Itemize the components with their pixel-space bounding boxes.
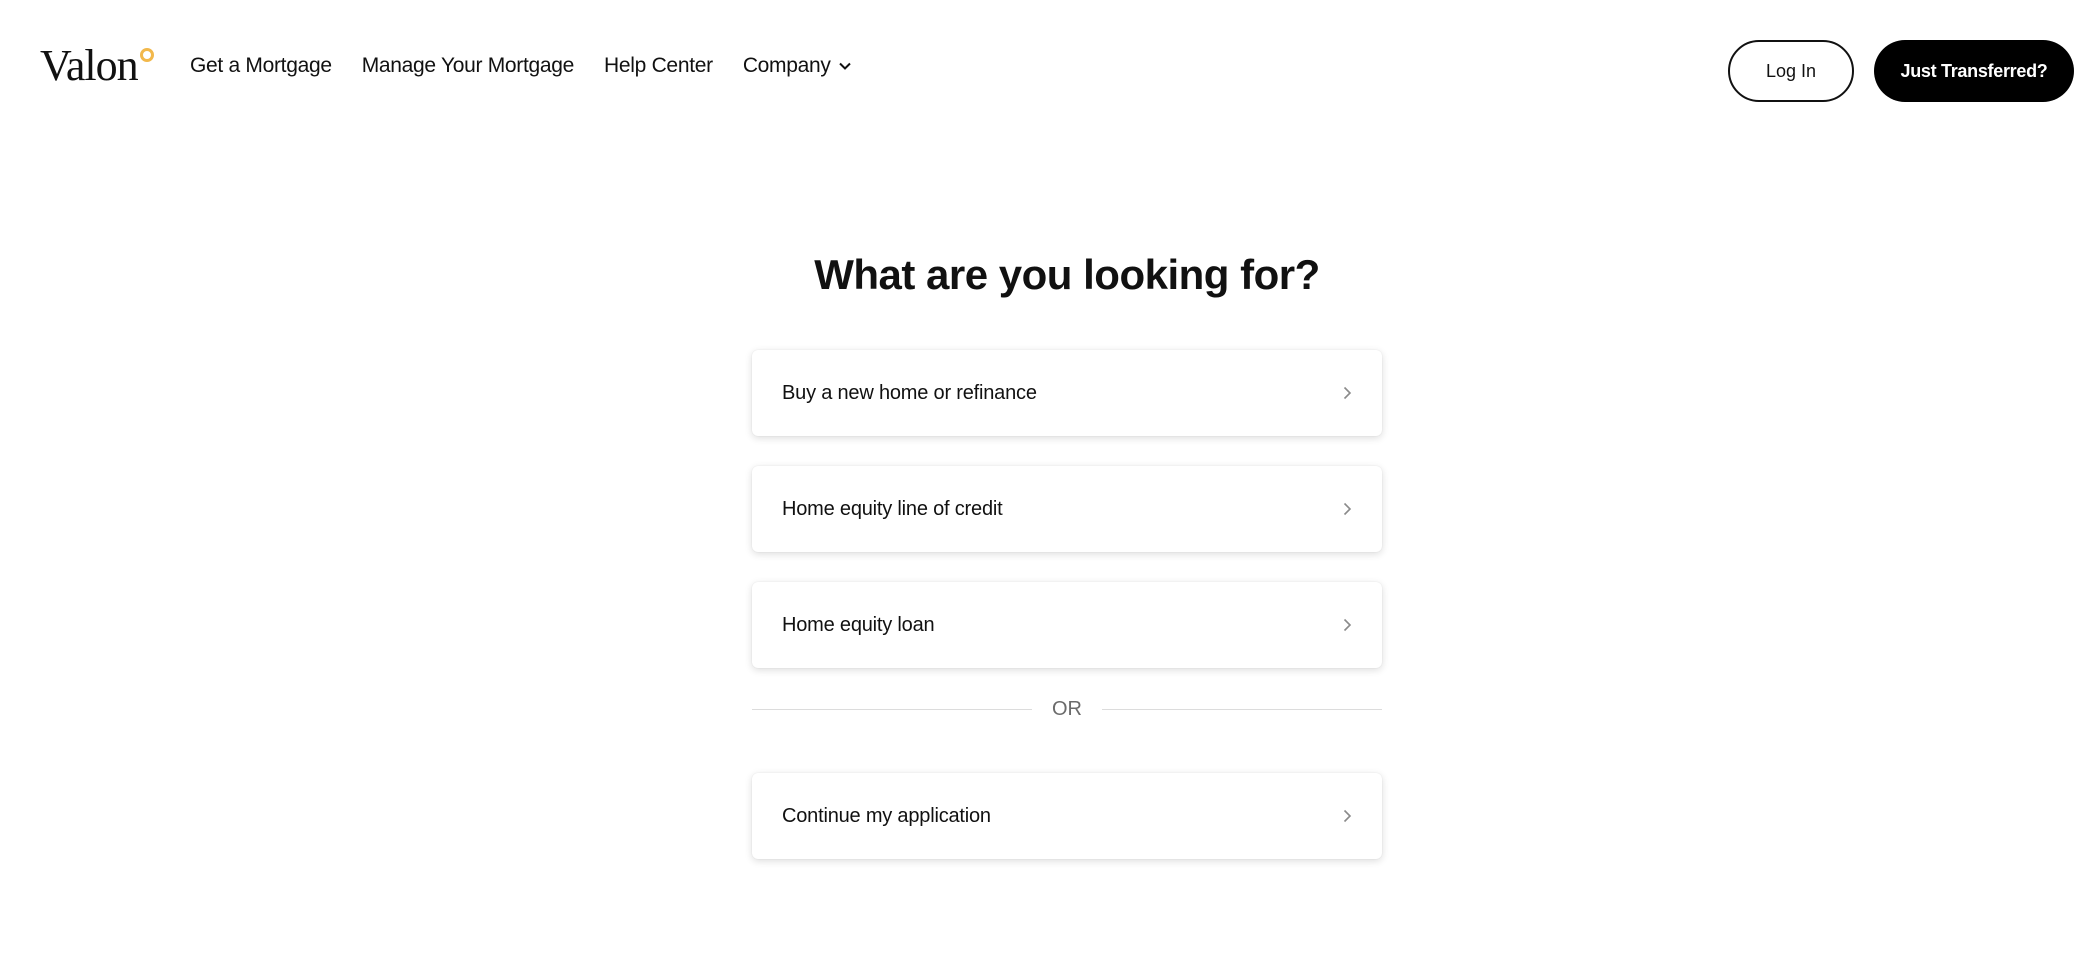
- option-continue-application[interactable]: Continue my application: [752, 773, 1382, 860]
- option-label: Continue my application: [782, 804, 991, 827]
- site-header: Valon Get a Mortgage Manage Your Mortgag…: [0, 0, 2098, 144]
- page-title: What are you looking for?: [814, 251, 1320, 298]
- option-label: Home equity line of credit: [782, 497, 1003, 520]
- nav-help-center[interactable]: Help Center: [604, 54, 713, 78]
- chevron-down-icon: [838, 62, 851, 70]
- option-label: Home equity loan: [782, 613, 935, 636]
- logo-wordmark: Valon: [40, 41, 139, 90]
- chevron-right-icon: [1343, 809, 1352, 823]
- option-home-equity-loan[interactable]: Home equity loan: [752, 582, 1382, 669]
- option-label: Buy a new home or refinance: [782, 381, 1037, 404]
- option-home-equity-line-of-credit[interactable]: Home equity line of credit: [752, 466, 1382, 553]
- header-actions: Log In Just Transferred?: [1728, 40, 2074, 102]
- divider-line: [752, 709, 1032, 711]
- nav-company-label: Company: [742, 54, 831, 77]
- nav-company-dropdown[interactable]: Company: [743, 54, 851, 78]
- option-buy-or-refinance[interactable]: Buy a new home or refinance: [752, 350, 1382, 437]
- chevron-right-icon: [1343, 386, 1352, 400]
- nav-manage-your-mortgage[interactable]: Manage Your Mortgage: [362, 54, 575, 78]
- chevron-right-icon: [1343, 502, 1352, 516]
- nav-get-a-mortgage[interactable]: Get a Mortgage: [190, 54, 332, 78]
- chevron-right-icon: [1343, 618, 1352, 632]
- valon-logo[interactable]: Valon: [40, 44, 154, 88]
- main-content: What are you looking for? Buy a new home…: [752, 250, 1382, 889]
- main-nav: Get a Mortgage Manage Your Mortgage Help…: [190, 54, 851, 78]
- logo-dot-icon: [139, 48, 154, 62]
- log-in-button[interactable]: Log In: [1728, 40, 1854, 102]
- just-transferred-button[interactable]: Just Transferred?: [1874, 40, 2074, 102]
- divider-or-text: OR: [1052, 698, 1082, 721]
- or-divider: OR: [752, 698, 1382, 721]
- divider-line: [1102, 709, 1382, 711]
